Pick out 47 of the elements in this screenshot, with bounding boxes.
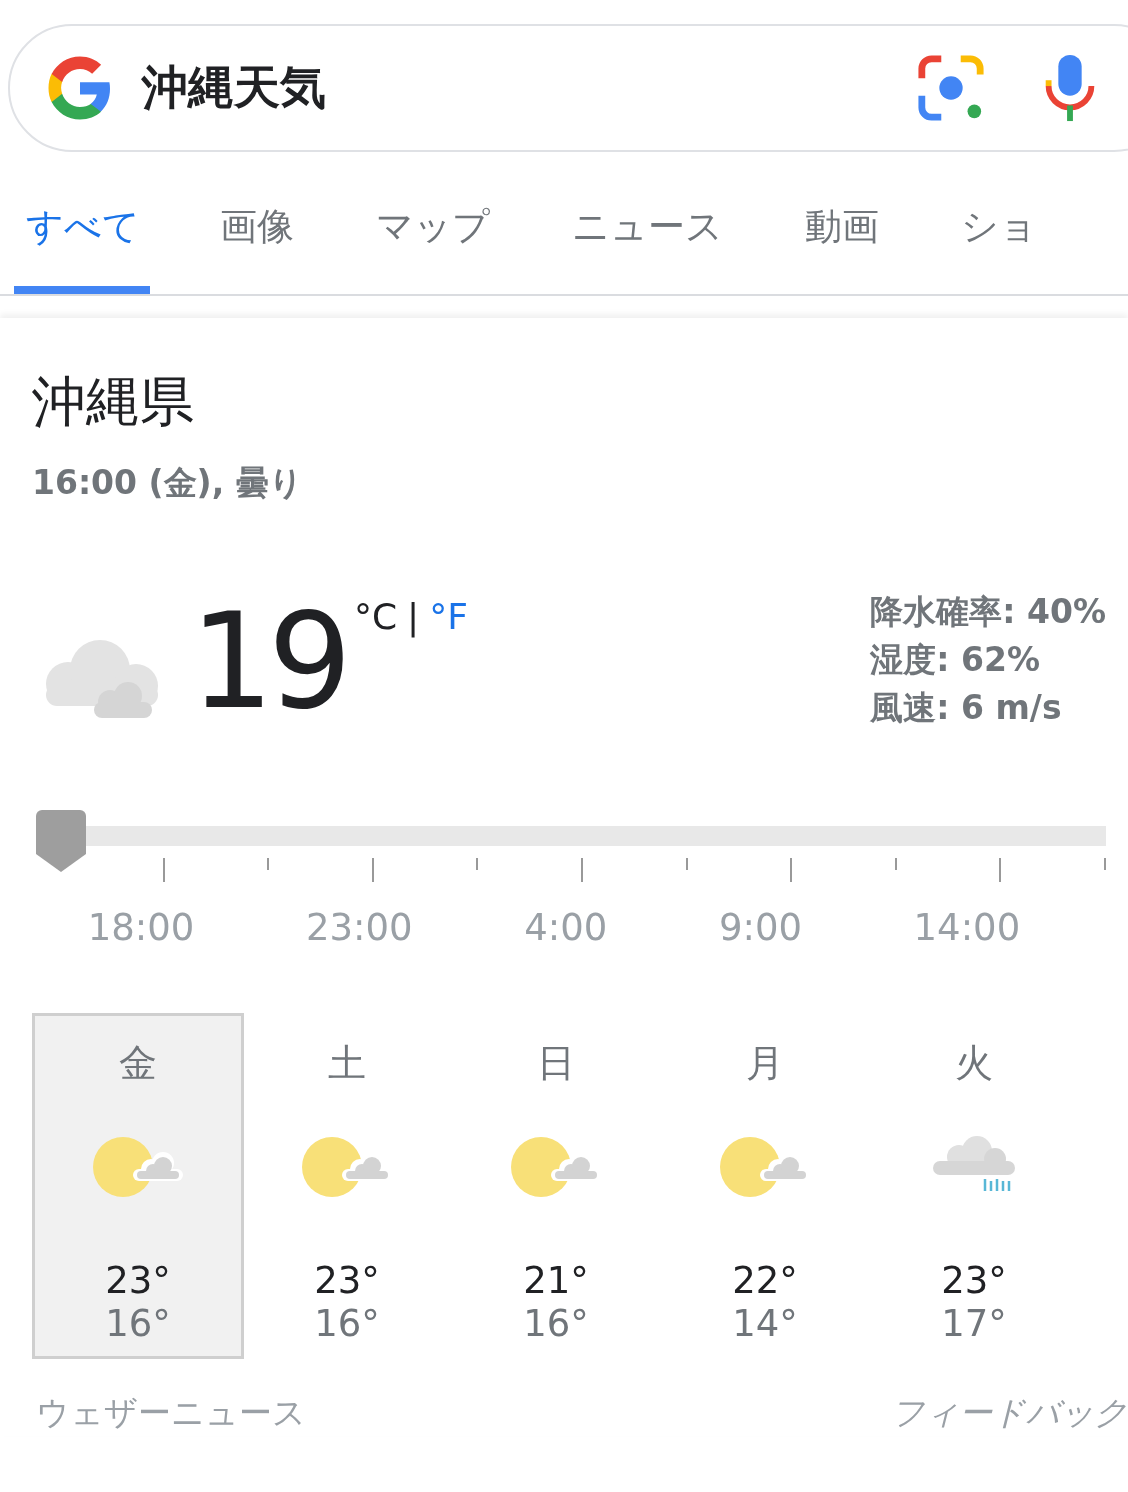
high-temperature: 23°: [941, 1259, 1007, 1302]
feedback-link[interactable]: フィードバック: [891, 1391, 1128, 1436]
day-label: 火: [955, 1040, 993, 1087]
weather-detail: 降水確率: 40%: [870, 591, 1106, 633]
time-label: 18:00: [87, 906, 195, 949]
source-link[interactable]: ウェザーニュース: [36, 1391, 306, 1436]
search-tab[interactable]: すべて: [14, 174, 150, 294]
weather-detail: 風速: 6 m/s: [870, 687, 1063, 729]
time-condition: 16:00 (金), 曇り: [32, 462, 304, 504]
day-forecast[interactable]: 月 22° 14°: [659, 1013, 871, 1359]
time-label: 14:00: [913, 906, 1021, 949]
unit-toggle[interactable]: °F: [429, 596, 468, 637]
time-label: 4:00: [524, 906, 608, 949]
high-temperature: 21°: [523, 1259, 589, 1302]
low-temperature: 16°: [523, 1302, 589, 1345]
location-title: 沖縄県: [32, 369, 195, 435]
day-forecast[interactable]: 火 23° 17°: [868, 1013, 1080, 1359]
search-tab[interactable]: 画像: [210, 174, 304, 294]
search-field[interactable]: 沖縄天気: [8, 24, 1128, 152]
time-label: 23:00: [306, 906, 413, 949]
low-temperature: 17°: [941, 1302, 1007, 1345]
time-label: 9:00: [718, 906, 802, 949]
camera-search-icon[interactable]: [916, 53, 986, 123]
unit-separator: |: [407, 596, 420, 637]
low-temperature: 16°: [314, 1302, 380, 1345]
low-temperature: 16°: [105, 1302, 171, 1345]
microphone-icon[interactable]: [1044, 53, 1096, 123]
high-temperature: 23°: [105, 1259, 171, 1302]
search-tab[interactable]: ショ: [951, 174, 1047, 294]
high-temperature: 22°: [732, 1259, 798, 1302]
sun-cloud-icon: [93, 1135, 183, 1199]
day-forecast[interactable]: 日 21° 16°: [450, 1013, 662, 1359]
search-tab[interactable]: マップ: [366, 174, 500, 294]
day-forecast[interactable]: 金 23° 16°: [32, 1013, 244, 1359]
weather-detail: 湿度: 62%: [870, 639, 1041, 681]
day-label: 月: [746, 1040, 784, 1087]
search-query: 沖縄天気: [142, 59, 327, 116]
search-tab[interactable]: ニュース: [562, 174, 733, 294]
high-temperature: 23°: [314, 1259, 380, 1302]
search-tab[interactable]: 動画: [795, 174, 889, 294]
day-label: 土: [328, 1040, 366, 1087]
day-forecast[interactable]: 土 23° 16°: [241, 1013, 453, 1359]
day-label: 金: [119, 1040, 157, 1087]
day-label: 日: [537, 1040, 575, 1087]
temperature: 19: [190, 596, 346, 740]
slider-thumb[interactable]: [36, 810, 86, 872]
low-temperature: 14°: [732, 1302, 798, 1345]
